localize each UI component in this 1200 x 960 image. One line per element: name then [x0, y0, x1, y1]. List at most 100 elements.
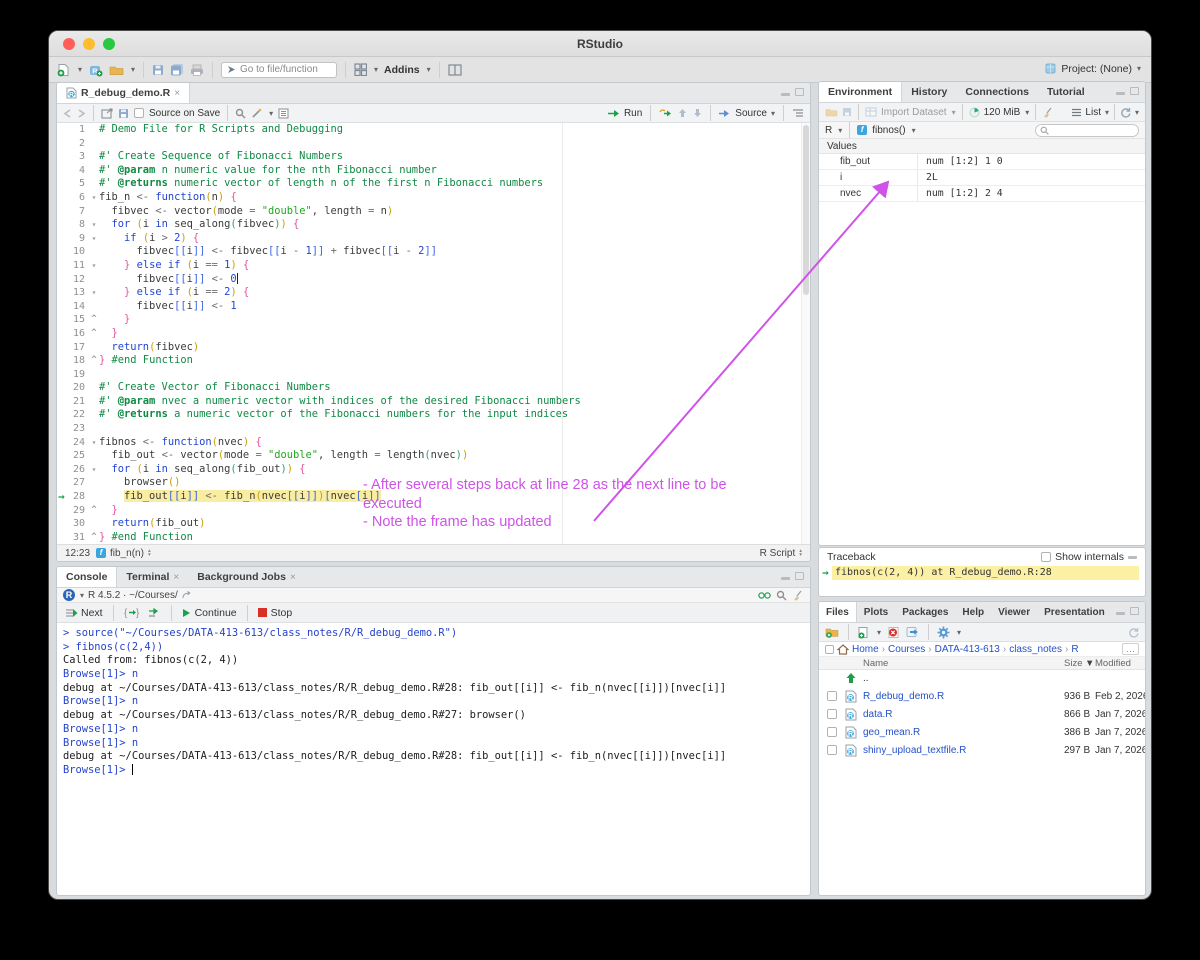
addins-menu[interactable]: Addins: [384, 64, 420, 76]
file-name-link[interactable]: geo_mean.R: [863, 727, 920, 738]
tab-presentation[interactable]: Presentation: [1037, 602, 1112, 622]
code-editor[interactable]: 1 # Demo File for R Scripts and Debugging…: [57, 123, 810, 544]
line-number[interactable]: 10: [57, 245, 85, 259]
line-number[interactable]: 23: [57, 422, 85, 436]
environment-variable-row[interactable]: nvec num [1:2] 2 4: [819, 186, 1145, 202]
code-line[interactable]: 8 ▾ for (i in seq_along(fibvec)) {: [57, 218, 810, 232]
line-number[interactable]: 13: [57, 286, 85, 300]
line-number[interactable]: 17: [57, 341, 85, 355]
addins-dropdown[interactable]: ▾: [427, 65, 431, 74]
open-file-icon[interactable]: [109, 61, 124, 79]
tab-tutorial[interactable]: Tutorial: [1038, 82, 1094, 102]
file-checkbox[interactable]: [827, 691, 837, 701]
show-internals-checkbox[interactable]: [1041, 552, 1052, 562]
code-line[interactable]: 7 fibvec <- vector(mode = "double", leng…: [57, 205, 810, 219]
line-number[interactable]: 22: [57, 408, 85, 422]
new-file-dropdown[interactable]: ▾: [78, 65, 82, 74]
source-up-icon[interactable]: [678, 108, 687, 118]
code-tools-wand-icon[interactable]: [251, 107, 263, 119]
line-number[interactable]: 5: [57, 177, 85, 191]
debug-continue-button[interactable]: Continue: [182, 607, 237, 619]
line-number[interactable]: 27: [57, 476, 85, 490]
new-project-icon[interactable]: R: [88, 61, 103, 79]
import-dataset-button[interactable]: Import Dataset: [881, 107, 947, 118]
workspace-panes-icon[interactable]: [354, 61, 368, 79]
line-number[interactable]: 29: [57, 504, 85, 518]
r-logo-icon[interactable]: R: [63, 589, 75, 601]
code-line[interactable]: 18 ^} #end Function: [57, 354, 810, 368]
clear-console-broom-icon[interactable]: [792, 590, 804, 601]
code-line[interactable]: 13 ▾ } else if (i == 2) {: [57, 286, 810, 300]
rerun-icon[interactable]: [659, 108, 672, 118]
breadcrumb-more-button[interactable]: [1122, 643, 1139, 655]
code-line[interactable]: 20 #' Create Vector of Fibonacci Numbers: [57, 381, 810, 395]
line-number[interactable]: 11: [57, 259, 85, 273]
code-line[interactable]: 17 return(fibvec): [57, 341, 810, 355]
code-line[interactable]: 4 #' @param n numeric value for the nth F…: [57, 164, 810, 178]
file-name-link[interactable]: data.R: [863, 709, 892, 720]
search-icon[interactable]: [776, 590, 787, 601]
code-line[interactable]: → 28 fib_out[[i]] <- fib_n(nvec[[i]])[nve…: [57, 490, 810, 504]
load-workspace-icon[interactable]: [825, 107, 838, 117]
tab-packages[interactable]: Packages: [895, 602, 955, 622]
source-on-save-checkbox[interactable]: [134, 108, 144, 118]
new-folder-icon[interactable]: [825, 626, 840, 638]
environment-variable-row[interactable]: i 2L: [819, 170, 1145, 186]
import-dataset-icon[interactable]: [865, 107, 877, 117]
code-line[interactable]: 15 ^ }: [57, 313, 810, 327]
line-number[interactable]: 4: [57, 164, 85, 178]
file-checkbox[interactable]: [827, 745, 837, 755]
pane-layout-icon[interactable]: [448, 61, 462, 79]
code-tools-dropdown[interactable]: ▾: [269, 109, 273, 118]
code-line[interactable]: 2: [57, 137, 810, 151]
code-line[interactable]: 26 ▾ for (i in seq_along(fib_out)) {: [57, 463, 810, 477]
console-output[interactable]: > source("~/Courses/DATA-413-613/class_n…: [57, 623, 810, 895]
tab-close-icon[interactable]: [174, 88, 180, 99]
tab-plots[interactable]: Plots: [857, 602, 895, 622]
forward-icon[interactable]: [77, 108, 86, 118]
open-file-dropdown[interactable]: ▾: [131, 65, 135, 74]
code-line[interactable]: 1 # Demo File for R Scripts and Debugging: [57, 123, 810, 137]
breadcrumb-link[interactable]: R: [1071, 644, 1078, 655]
outline-icon[interactable]: [792, 108, 804, 118]
jobs-close-icon[interactable]: [290, 572, 296, 583]
save-icon[interactable]: [118, 108, 129, 119]
tab-help[interactable]: Help: [955, 602, 991, 622]
source-down-icon[interactable]: [693, 108, 702, 118]
parent-directory-row[interactable]: ..: [819, 670, 1145, 688]
code-line[interactable]: 14 fibvec[[i]] <- 1: [57, 300, 810, 314]
back-icon[interactable]: [63, 108, 72, 118]
tab-files[interactable]: Files: [819, 602, 857, 622]
save-workspace-icon[interactable]: [842, 107, 852, 117]
source-button[interactable]: Source ▾: [719, 108, 775, 119]
line-number[interactable]: 31: [57, 531, 85, 544]
line-number[interactable]: 9: [57, 232, 85, 246]
save-icon[interactable]: [152, 61, 164, 79]
line-number[interactable]: 20: [57, 381, 85, 395]
column-size[interactable]: Size: [1064, 658, 1082, 669]
tab-environment[interactable]: Environment: [819, 82, 903, 102]
code-line[interactable]: 5 #' @returns numeric vector of length n …: [57, 177, 810, 191]
terminal-close-icon[interactable]: [173, 572, 179, 583]
compile-report-icon[interactable]: [278, 108, 289, 119]
debug-next-button[interactable]: Next: [65, 607, 103, 619]
r-version-dropdown[interactable]: ▾: [80, 591, 84, 600]
step-into-icon[interactable]: {}: [124, 607, 139, 618]
code-line[interactable]: 23: [57, 422, 810, 436]
line-number[interactable]: 7: [57, 205, 85, 219]
goto-file-search[interactable]: Go to file/function: [221, 61, 338, 78]
code-line[interactable]: 29 ^ }: [57, 504, 810, 518]
env-language-selector[interactable]: R: [825, 125, 832, 136]
environment-search-input[interactable]: [1035, 123, 1139, 137]
code-line[interactable]: 19: [57, 368, 810, 382]
popout-icon[interactable]: [101, 107, 113, 119]
code-line[interactable]: 11 ▾ } else if (i == 1) {: [57, 259, 810, 273]
line-number[interactable]: 21: [57, 395, 85, 409]
rename-file-icon[interactable]: [906, 626, 920, 638]
breadcrumb-link[interactable]: Home: [852, 644, 879, 655]
line-number[interactable]: 18: [57, 354, 85, 368]
file-row[interactable]: Rdata.R 866 B Jan 7, 2026: [819, 706, 1145, 724]
breadcrumb-link[interactable]: class_notes: [1009, 644, 1062, 655]
clear-environment-broom-icon[interactable]: [1042, 107, 1054, 118]
code-line[interactable]: 3 #' Create Sequence of Fibonacci Numbers: [57, 150, 810, 164]
